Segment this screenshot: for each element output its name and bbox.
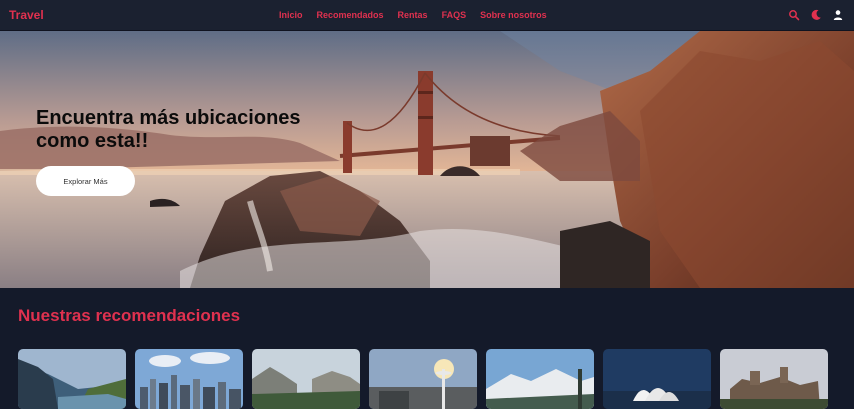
hero-title: Encuentra más ubicaciones como esta!! [36, 107, 301, 152]
recommendations-title: Nuestras recomendaciones [18, 306, 241, 325]
nav-link-faqs[interactable]: FAQS [442, 10, 467, 20]
nav-link-recomendados[interactable]: Recomendados [317, 10, 384, 20]
recommendation-card[interactable] [252, 349, 360, 409]
recommendation-card[interactable] [369, 349, 477, 409]
recommendation-card[interactable] [720, 349, 828, 409]
opera-house-image [603, 349, 711, 409]
navbar: Travel Inicio Recomendados Rentas FAQS S… [0, 0, 854, 31]
nav-link-rentas[interactable]: Rentas [398, 10, 428, 20]
hero-background-image [0, 31, 854, 288]
explore-more-button[interactable]: Explorar Más [36, 166, 135, 196]
snowy-mountains-image [486, 349, 594, 409]
moon-icon[interactable] [810, 8, 822, 20]
recommendation-card[interactable] [486, 349, 594, 409]
nav-link-inicio[interactable]: Inicio [279, 10, 303, 20]
user-icon[interactable] [832, 8, 844, 20]
recommendations-carousel [18, 349, 828, 409]
fjord-image [18, 349, 126, 409]
search-icon[interactable] [788, 8, 800, 21]
main-nav: Inicio Recomendados Rentas FAQS Sobre no… [279, 10, 547, 20]
recommendation-card[interactable] [135, 349, 243, 409]
recommendation-card[interactable] [603, 349, 711, 409]
nav-icons [788, 8, 844, 21]
city-skyline-image [135, 349, 243, 409]
brand-logo[interactable]: Travel [9, 8, 44, 22]
space-needle-image [369, 349, 477, 409]
castle-image [720, 349, 828, 409]
hero-banner: Encuentra más ubicaciones como esta!! Ex… [0, 31, 854, 288]
recommendation-card[interactable] [18, 349, 126, 409]
nav-link-sobre-nosotros[interactable]: Sobre nosotros [480, 10, 547, 20]
mountain-valley-image [252, 349, 360, 409]
